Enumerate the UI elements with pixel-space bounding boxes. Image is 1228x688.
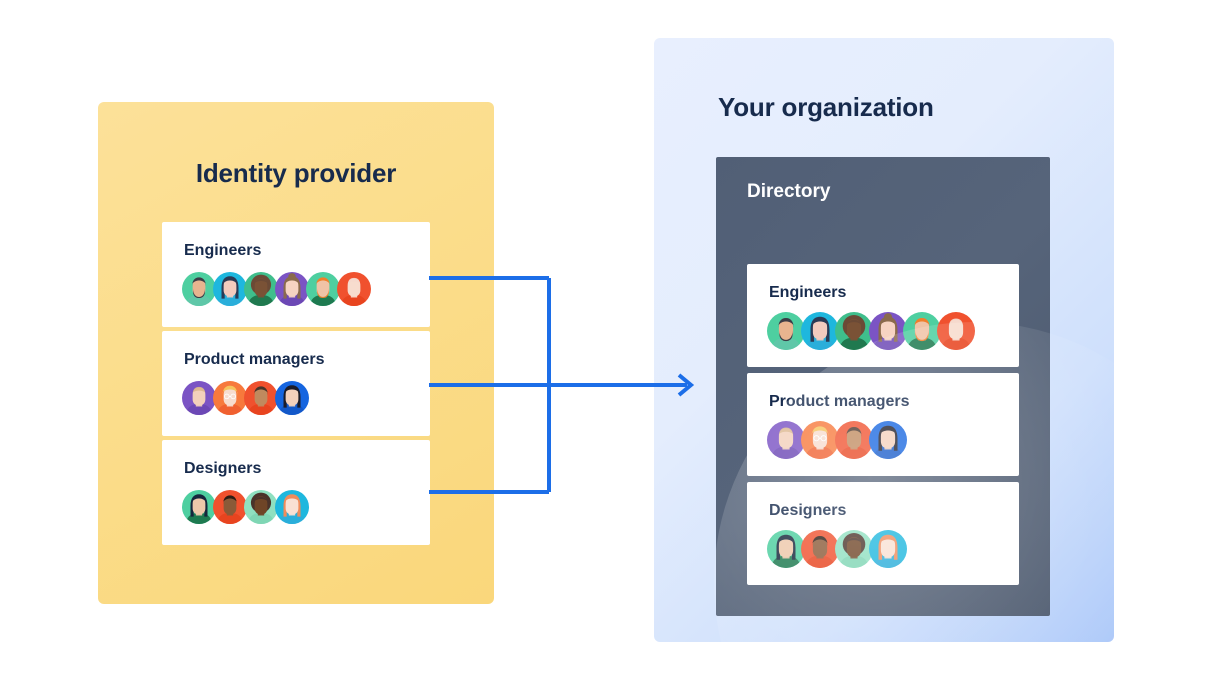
member-avatar-2 [801, 421, 839, 459]
organization-title: Your organization [718, 92, 934, 122]
member-avatar-1 [182, 490, 216, 524]
member-avatar-row [182, 381, 309, 415]
identity-provider-group-card[interactable]: Designers [162, 440, 430, 545]
member-avatar-row [767, 312, 975, 350]
member-avatar-row [767, 421, 907, 459]
diagram-canvas: Identity provider Engineers Product manag… [0, 0, 1228, 688]
group-name-label: Engineers [769, 284, 847, 301]
member-avatar-1 [767, 312, 805, 350]
member-avatar-4 [275, 381, 309, 415]
sync-connector-arrow [429, 276, 695, 494]
member-avatar-2 [213, 490, 247, 524]
member-avatar-2 [801, 312, 839, 350]
group-name-label: Engineers [184, 242, 262, 259]
organization-panel: Your organization Directory Engineers Pro… [654, 38, 1114, 642]
member-avatar-4 [869, 421, 907, 459]
identity-provider-title: Identity provider [195, 158, 397, 188]
member-avatar-4 [275, 272, 309, 306]
member-avatar-2 [213, 381, 247, 415]
identity-provider-group-card[interactable]: Engineers [162, 222, 430, 327]
member-avatar-6 [337, 272, 371, 306]
member-avatar-3 [244, 272, 278, 306]
member-avatar-row [182, 490, 309, 524]
member-avatar-6 [937, 312, 975, 350]
member-avatar-3 [244, 381, 278, 415]
identity-provider-group-card[interactable]: Product managers [162, 331, 430, 436]
member-avatar-3 [835, 312, 873, 350]
group-name-label: Designers [769, 502, 847, 519]
group-name-label: Product managers [769, 393, 910, 410]
group-name-label: Designers [184, 460, 262, 477]
member-avatar-row [767, 530, 907, 568]
member-avatar-2 [213, 272, 247, 306]
member-avatar-4 [275, 490, 309, 524]
member-avatar-1 [182, 381, 216, 415]
member-avatar-4 [869, 530, 907, 568]
member-avatar-3 [244, 490, 278, 524]
directory-group-card[interactable]: Designers [747, 482, 1019, 585]
member-avatar-5 [903, 312, 941, 350]
directory-panel: Directory Engineers Product managers Desig… [716, 157, 1050, 616]
directory-group-card[interactable]: Engineers [747, 264, 1019, 367]
member-avatar-1 [182, 272, 216, 306]
member-avatar-1 [767, 530, 805, 568]
group-name-label: Product managers [184, 351, 325, 368]
member-avatar-3 [835, 421, 873, 459]
member-avatar-3 [835, 530, 873, 568]
member-avatar-row [182, 272, 371, 306]
member-avatar-5 [306, 272, 340, 306]
member-avatar-2 [801, 530, 839, 568]
directory-label: Directory [747, 181, 831, 202]
member-avatar-4 [869, 312, 907, 350]
member-avatar-1 [767, 421, 805, 459]
directory-group-card[interactable]: Product managers [747, 373, 1019, 476]
